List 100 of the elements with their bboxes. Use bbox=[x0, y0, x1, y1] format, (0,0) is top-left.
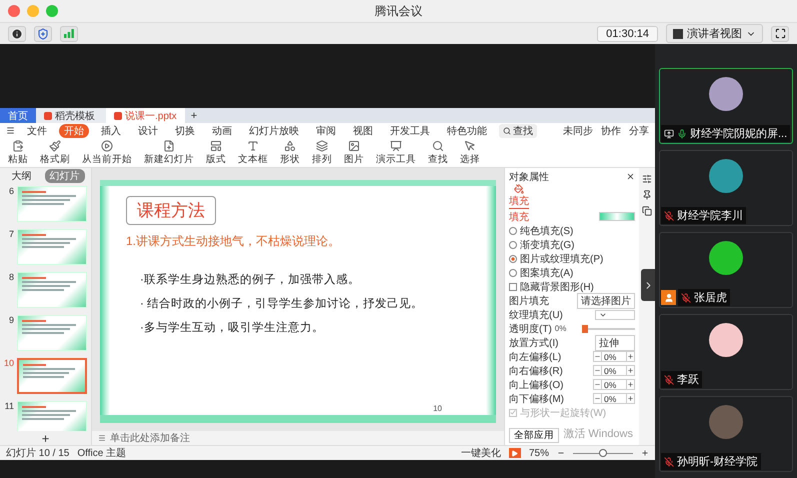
plus-icon[interactable] bbox=[627, 381, 634, 388]
ribbon-button[interactable]: 排列 bbox=[312, 140, 332, 166]
close-button[interactable] bbox=[8, 5, 20, 17]
ribbon-button[interactable]: 格式刷 bbox=[40, 140, 70, 166]
menu-tab[interactable]: 文件 bbox=[22, 124, 52, 138]
picture-dropdown[interactable]: 请选择图片 bbox=[577, 292, 635, 308]
checkbox[interactable] bbox=[509, 282, 517, 290]
beautify-button[interactable]: 一键美化 bbox=[460, 446, 501, 460]
zoom-in-icon[interactable] bbox=[641, 449, 649, 457]
panel-title: 对象属性 bbox=[509, 170, 549, 184]
document-tab[interactable]: 说课一.pptx bbox=[106, 108, 185, 123]
bullet-text: · 结合时政的小例子，引导学生参加讨论，抒发己见。 bbox=[140, 296, 424, 311]
document-tab[interactable]: 首页 bbox=[0, 108, 36, 123]
new-page-icon bbox=[163, 140, 175, 152]
ribbon-button[interactable]: 新建幻灯片 bbox=[144, 140, 194, 166]
layout-icon bbox=[210, 140, 222, 152]
copy-icon[interactable] bbox=[642, 206, 652, 216]
slider-thumb[interactable] bbox=[582, 324, 588, 332]
placement-dropdown[interactable]: 拉伸 bbox=[595, 334, 635, 350]
menu-tab[interactable]: 特色功能 bbox=[442, 124, 492, 138]
offset-stepper[interactable]: 0% bbox=[593, 351, 635, 362]
pane-tab[interactable]: 大纲 bbox=[6, 168, 36, 182]
notes-placeholder[interactable]: 单击此处添加备注 bbox=[110, 431, 190, 445]
radio-button[interactable] bbox=[509, 254, 517, 262]
menu-tab[interactable]: 幻灯片放映 bbox=[244, 124, 304, 138]
slide-title: 课程方法 bbox=[126, 196, 216, 225]
menu-tab[interactable]: 开发工具 bbox=[385, 124, 435, 138]
fill-tab[interactable]: 填充 bbox=[509, 184, 529, 209]
menu-tab[interactable]: 视图 bbox=[348, 124, 378, 138]
play-button[interactable] bbox=[508, 448, 521, 458]
offset-stepper[interactable]: 0% bbox=[593, 393, 635, 404]
pane-tab[interactable]: 幻灯片 bbox=[44, 168, 84, 182]
radio-button[interactable] bbox=[509, 226, 517, 234]
view-dropdown[interactable]: 演讲者视图 bbox=[666, 24, 763, 43]
activation-notice: 激活 Windows bbox=[563, 427, 633, 441]
collapse-button[interactable] bbox=[641, 269, 655, 301]
field-label: 向右偏移(R) bbox=[509, 364, 563, 378]
bullet-text: ·多与学生互动，吸引学生注意力。 bbox=[140, 320, 325, 335]
participant-tile[interactable]: 孙明昕-财经学院 bbox=[659, 396, 793, 472]
field-label: 图片填充 bbox=[509, 294, 549, 308]
new-tab-button[interactable]: + bbox=[184, 108, 204, 123]
radio-button[interactable] bbox=[509, 268, 517, 276]
search-field[interactable]: 查找 bbox=[499, 124, 537, 138]
participant-tile[interactable]: 李跃 bbox=[659, 314, 793, 390]
menu-tab[interactable]: 插入 bbox=[96, 124, 126, 138]
participant-name: 张居虎 bbox=[694, 291, 727, 305]
ribbon-button[interactable]: 文本框 bbox=[238, 140, 268, 166]
zoom-button[interactable] bbox=[46, 5, 58, 17]
participant-tile[interactable]: 财经学院阴妮的屏... bbox=[659, 68, 793, 144]
zoom-level: 75% bbox=[528, 448, 549, 458]
menu-tab[interactable]: 动画 bbox=[207, 124, 237, 138]
option-label: 图案填充(A) bbox=[520, 266, 574, 280]
participant-tile[interactable]: 张居虎 bbox=[659, 232, 793, 308]
text-icon bbox=[247, 140, 259, 152]
fullscreen-icon[interactable] bbox=[771, 26, 789, 42]
signal-icon[interactable] bbox=[60, 26, 78, 42]
participant-name: 孙明昕-财经学院 bbox=[677, 455, 758, 469]
slide-number: 7 bbox=[8, 229, 14, 239]
menu-link[interactable]: 未同步 bbox=[563, 124, 593, 138]
ribbon-button[interactable]: 查找 bbox=[428, 140, 448, 166]
slide-thumbnail[interactable] bbox=[17, 358, 88, 394]
apply-all-button[interactable]: 全部应用 bbox=[509, 428, 559, 443]
ribbon-button[interactable]: 从当前开始 bbox=[82, 140, 132, 166]
menu-tab[interactable]: 设计 bbox=[133, 124, 163, 138]
offset-stepper[interactable]: 0% bbox=[593, 365, 635, 376]
offset-stepper[interactable]: 0% bbox=[593, 379, 635, 390]
field-label: 纹理填充(U) bbox=[509, 308, 563, 322]
plus-icon[interactable] bbox=[627, 395, 634, 402]
settings-icon[interactable] bbox=[642, 174, 652, 184]
clipboard-icon bbox=[12, 140, 24, 152]
info-icon[interactable] bbox=[8, 26, 26, 42]
radio-button[interactable] bbox=[509, 240, 517, 248]
close-icon[interactable] bbox=[626, 172, 635, 181]
ribbon-button[interactable]: 形状 bbox=[280, 140, 300, 166]
menu-link[interactable]: 分享 bbox=[629, 124, 649, 138]
menu-link[interactable]: 协作 bbox=[601, 124, 621, 138]
ribbon-button[interactable]: 版式 bbox=[206, 140, 226, 166]
add-slide-button[interactable]: + bbox=[0, 431, 91, 445]
shapes-icon bbox=[284, 140, 296, 152]
plus-icon[interactable] bbox=[627, 367, 634, 374]
ribbon-button[interactable]: 粘贴 bbox=[8, 140, 28, 166]
theme-name: Office 主题 bbox=[77, 446, 126, 460]
meeting-timer: 01:30:14 bbox=[597, 26, 658, 42]
plus-icon[interactable] bbox=[627, 353, 634, 360]
menu-tab[interactable]: 切换 bbox=[170, 124, 200, 138]
participant-tile[interactable]: 财经学院李川 bbox=[659, 150, 793, 226]
ribbon-button[interactable]: 图片 bbox=[344, 140, 364, 166]
ribbon-button[interactable]: 选择 bbox=[460, 140, 480, 166]
shield-icon[interactable] bbox=[34, 26, 52, 42]
fill-swatch[interactable] bbox=[599, 212, 635, 221]
menu-icon[interactable] bbox=[6, 126, 15, 135]
layers-icon bbox=[316, 140, 328, 152]
notes-icon bbox=[98, 434, 106, 442]
document-tab[interactable]: 稻壳模板 bbox=[36, 108, 106, 123]
pin-icon[interactable] bbox=[642, 190, 652, 200]
field-label: 向上偏移(O) bbox=[509, 378, 564, 392]
slider-thumb[interactable] bbox=[599, 448, 607, 456]
ribbon-button[interactable]: 演示工具 bbox=[376, 140, 416, 166]
slide-subtitle: 1.讲课方式生动接地气，不枯燥说理论。 bbox=[126, 233, 342, 250]
menu-tab[interactable]: 审阅 bbox=[311, 124, 341, 138]
